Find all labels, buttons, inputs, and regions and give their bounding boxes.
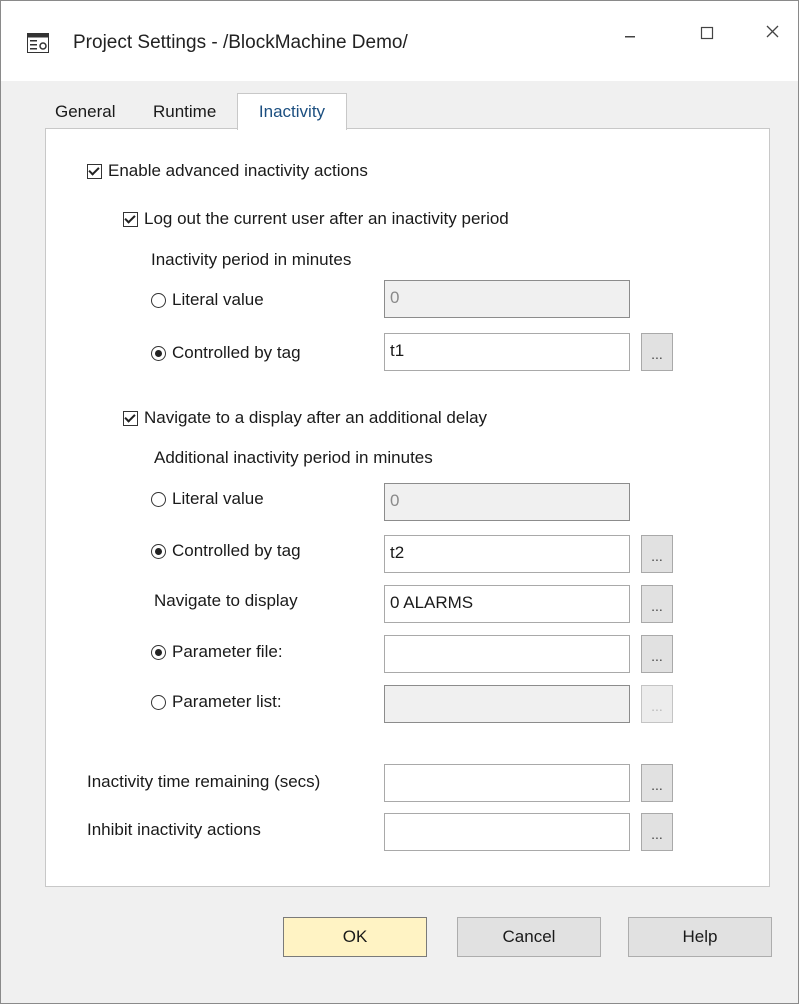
cancel-button[interactable]: Cancel [457, 917, 601, 957]
parameter-file-label: Parameter file: [172, 642, 283, 661]
maximize-icon [700, 26, 714, 40]
checkbox-checked-icon [123, 410, 138, 426]
ok-button[interactable]: OK [283, 917, 427, 957]
close-icon [766, 25, 779, 38]
additional-period-label: Additional inactivity period in minutes [154, 448, 433, 467]
navigate-label: Navigate to a display after an additiona… [144, 408, 488, 427]
parameter-file-browse-button[interactable]: ... [641, 635, 673, 673]
checkbox-checked-icon [87, 163, 102, 179]
parameter-file-input[interactable] [384, 635, 630, 673]
navigate-display-input[interactable]: 0 ALARMS [384, 585, 630, 623]
navigate-display-browse-button[interactable]: ... [641, 585, 673, 623]
enable-advanced-label: Enable advanced inactivity actions [108, 161, 368, 180]
radio-unselected-icon [151, 292, 166, 308]
logout-controlled-radio[interactable]: Controlled by tag [151, 343, 301, 363]
radio-selected-icon [151, 543, 166, 559]
literal-value-label: Literal value [172, 489, 264, 508]
title-bar: Project Settings - /BlockMachine Demo/ [1, 1, 798, 81]
parameter-list-label: Parameter list: [172, 692, 282, 711]
logout-literal-input[interactable]: 0 [384, 280, 630, 318]
logout-literal-radio[interactable]: Literal value [151, 290, 264, 310]
checkbox-checked-icon [123, 211, 138, 227]
literal-value-label: Literal value [172, 290, 264, 309]
minimize-icon [625, 36, 635, 38]
navigate-checkbox[interactable]: Navigate to a display after an additiona… [123, 408, 487, 428]
inhibit-browse-button[interactable]: ... [641, 813, 673, 851]
navigate-literal-input[interactable]: 0 [384, 483, 630, 521]
navigate-controlled-radio[interactable]: Controlled by tag [151, 541, 301, 561]
help-button[interactable]: Help [628, 917, 772, 957]
inhibit-label: Inhibit inactivity actions [87, 820, 261, 839]
parameter-list-browse-button[interactable]: ... [641, 685, 673, 723]
logout-tag-input[interactable]: t1 [384, 333, 630, 371]
maximize-button[interactable] [684, 15, 730, 55]
logout-tag-browse-button[interactable]: ... [641, 333, 673, 371]
navigate-tag-input[interactable]: t2 [384, 535, 630, 573]
radio-selected-icon [151, 644, 166, 660]
time-remaining-label: Inactivity time remaining (secs) [87, 772, 321, 791]
radio-unselected-icon [151, 491, 166, 507]
navigate-tag-browse-button[interactable]: ... [641, 535, 673, 573]
minimize-button[interactable] [607, 15, 653, 55]
controlled-by-tag-label: Controlled by tag [172, 541, 301, 560]
tab-runtime[interactable]: Runtime [151, 96, 218, 128]
controlled-by-tag-label: Controlled by tag [172, 343, 301, 362]
parameter-list-input[interactable] [384, 685, 630, 723]
inhibit-input[interactable] [384, 813, 630, 851]
project-settings-dialog: Project Settings - /BlockMachine Demo/ G… [0, 0, 799, 1004]
close-button[interactable] [750, 15, 796, 55]
window-title: Project Settings - /BlockMachine Demo/ [73, 32, 408, 53]
parameter-file-radio[interactable]: Parameter file: [151, 642, 283, 662]
parameter-list-radio[interactable]: Parameter list: [151, 692, 282, 712]
radio-unselected-icon [151, 694, 166, 710]
logout-label: Log out the current user after an inacti… [144, 209, 509, 228]
time-remaining-browse-button[interactable]: ... [641, 764, 673, 802]
time-remaining-input[interactable] [384, 764, 630, 802]
tab-general[interactable]: General [53, 96, 117, 128]
enable-advanced-checkbox[interactable]: Enable advanced inactivity actions [87, 161, 368, 181]
radio-selected-icon [151, 345, 166, 361]
tab-inactivity[interactable]: Inactivity [237, 93, 347, 130]
app-settings-icon [27, 33, 49, 53]
navigate-literal-radio[interactable]: Literal value [151, 489, 264, 509]
navigate-display-label: Navigate to display [154, 591, 298, 610]
inactivity-period-label: Inactivity period in minutes [151, 250, 352, 269]
logout-checkbox[interactable]: Log out the current user after an inacti… [123, 209, 509, 229]
